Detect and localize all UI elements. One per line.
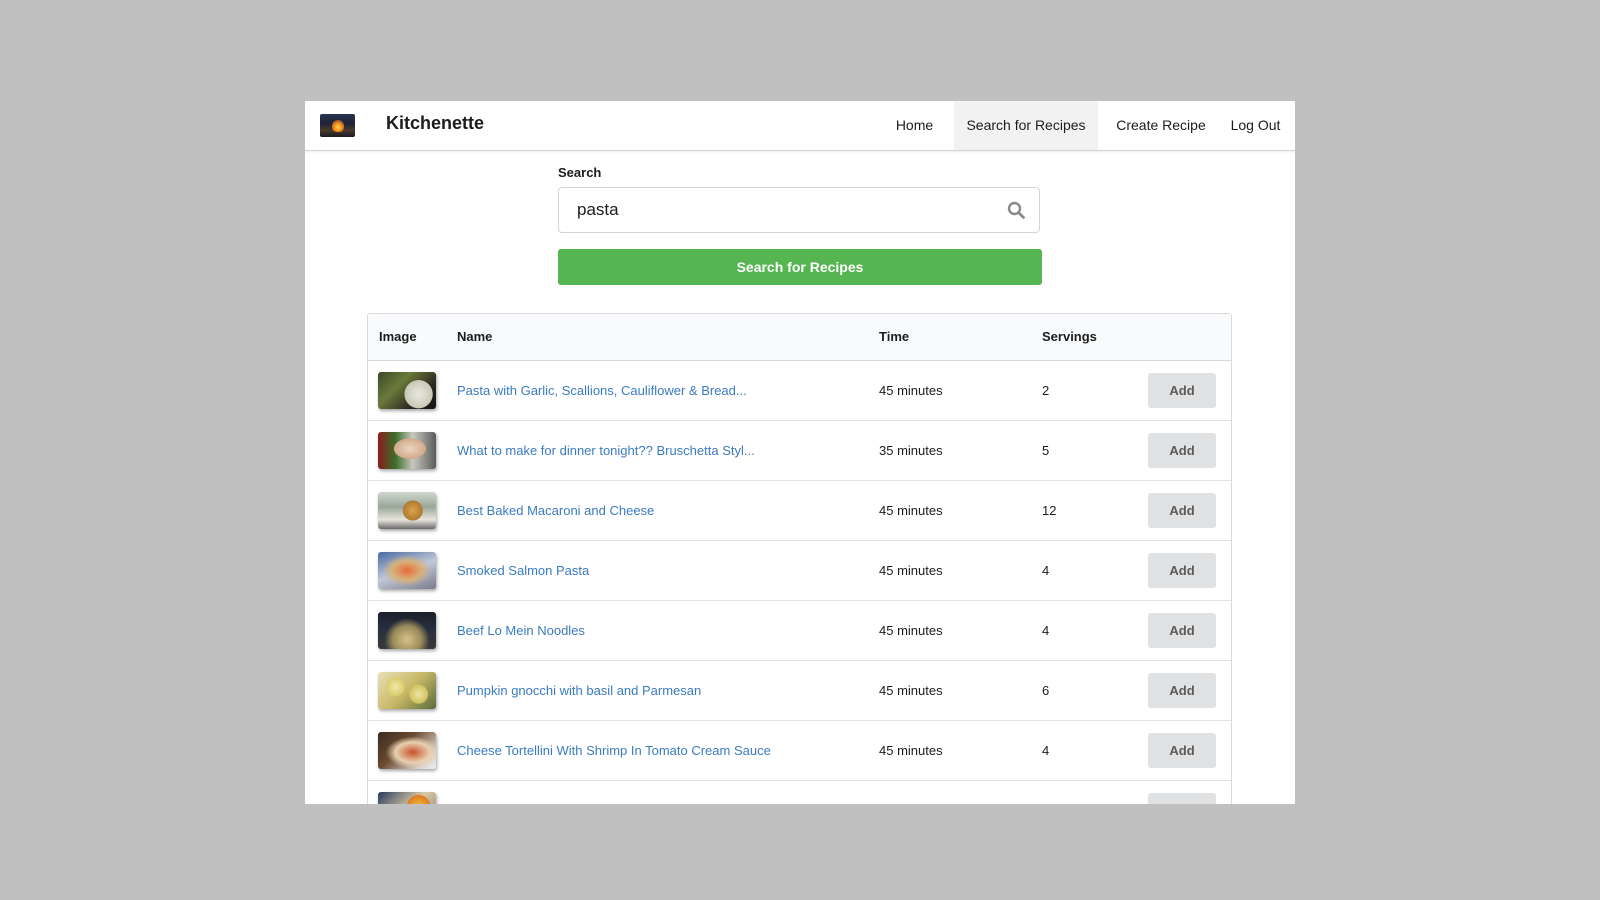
recipe-name-link[interactable]: What to make for dinner tonight?? Brusch… xyxy=(457,421,755,480)
recipe-name-link[interactable]: Pasta with Garlic, Scallions, Cauliflowe… xyxy=(457,361,747,420)
recipe-thumbnail xyxy=(378,792,436,804)
recipe-servings: 6 xyxy=(1042,683,1050,698)
recipe-time: 35 minutes xyxy=(879,443,943,458)
brand-logo[interactable] xyxy=(320,114,355,137)
recipe-thumbnail xyxy=(378,612,436,649)
nav-search-for-recipes[interactable]: Search for Recipes xyxy=(954,101,1098,150)
recipe-time: 45 minutes xyxy=(879,743,943,758)
column-header-servings: Servings xyxy=(1042,329,1097,344)
column-header-name: Name xyxy=(457,329,493,344)
add-button[interactable]: Add xyxy=(1148,433,1216,468)
table-row: Smoked Salmon Pasta 45 minutes 4 Add xyxy=(368,541,1231,601)
recipe-thumbnail xyxy=(378,552,436,589)
app-window: Kitchenette Home Search for Recipes Crea… xyxy=(305,101,1295,804)
column-header-image: Image xyxy=(379,329,417,344)
table-row: What to make for dinner tonight?? Brusch… xyxy=(368,421,1231,481)
recipe-thumbnail xyxy=(378,672,436,709)
add-button[interactable]: Add xyxy=(1148,733,1216,768)
add-button[interactable]: Add xyxy=(1148,673,1216,708)
search-for-recipes-button[interactable]: Search for Recipes xyxy=(558,249,1042,285)
search-field[interactable] xyxy=(558,187,1040,233)
top-navbar: Kitchenette Home Search for Recipes Crea… xyxy=(305,101,1295,151)
recipe-name-link[interactable]: Beef Lo Mein Noodles xyxy=(457,601,585,660)
recipe-time: 45 minutes xyxy=(879,383,943,398)
add-button[interactable]: Add xyxy=(1148,493,1216,528)
recipe-name-link[interactable]: Cheese Tortellini With Shrimp In Tomato … xyxy=(457,721,771,780)
table-row: Beef Lo Mein Noodles 45 minutes 4 Add xyxy=(368,601,1231,661)
flame-graphic xyxy=(332,120,344,132)
table-header: Image Name Time Servings xyxy=(368,314,1231,361)
recipe-servings: 8 xyxy=(1042,781,1049,804)
table-row: Best Baked Macaroni and Cheese 45 minute… xyxy=(368,481,1231,541)
table-row: Pumpkin gnocchi with basil and Parmesan … xyxy=(368,661,1231,721)
nav-create-recipe[interactable]: Create Recipe xyxy=(1111,101,1211,150)
recipe-servings: 4 xyxy=(1042,743,1050,758)
add-button[interactable]: Add xyxy=(1148,613,1216,648)
recipe-name-link[interactable]: Pumpkin gnocchi with basil and Parmesan xyxy=(457,661,701,720)
recipe-name-link[interactable]: Light Greek Lemon Chicken Orzo Soup xyxy=(457,781,684,804)
add-button[interactable]: Add xyxy=(1148,793,1216,804)
recipe-servings: 2 xyxy=(1042,383,1050,398)
nav-log-out[interactable]: Log Out xyxy=(1223,101,1288,150)
recipe-time: 45 minutes xyxy=(879,683,943,698)
recipe-thumbnail xyxy=(378,372,436,409)
recipe-servings: 12 xyxy=(1042,503,1057,518)
recipe-thumbnail xyxy=(378,732,436,769)
nav-home[interactable]: Home xyxy=(886,101,943,150)
recipe-time: 45 minutes xyxy=(879,623,943,638)
results-table: Image Name Time Servings Pasta with Garl… xyxy=(367,313,1232,804)
add-button[interactable]: Add xyxy=(1148,553,1216,588)
table-row: Pasta with Garlic, Scallions, Cauliflowe… xyxy=(368,361,1231,421)
search-label: Search xyxy=(558,165,602,180)
recipe-servings: 5 xyxy=(1042,443,1050,458)
recipe-thumbnail xyxy=(378,492,436,529)
recipe-time: 45 minutes xyxy=(879,503,943,518)
recipe-name-link[interactable]: Best Baked Macaroni and Cheese xyxy=(457,481,654,540)
search-input[interactable] xyxy=(559,188,997,232)
recipe-thumbnail xyxy=(378,432,436,469)
brand-name[interactable]: Kitchenette xyxy=(386,113,484,134)
table-row: Light Greek Lemon Chicken Orzo Soup 30 m… xyxy=(368,781,1231,804)
recipe-servings: 4 xyxy=(1042,623,1050,638)
recipe-time: 45 minutes xyxy=(879,563,943,578)
recipe-name-link[interactable]: Smoked Salmon Pasta xyxy=(457,541,589,600)
recipe-time: 30 minutes xyxy=(879,781,943,804)
add-button[interactable]: Add xyxy=(1148,373,1216,408)
column-header-time: Time xyxy=(879,329,910,344)
recipe-servings: 4 xyxy=(1042,563,1050,578)
search-icon[interactable] xyxy=(1007,201,1025,219)
table-row: Cheese Tortellini With Shrimp In Tomato … xyxy=(368,721,1231,781)
